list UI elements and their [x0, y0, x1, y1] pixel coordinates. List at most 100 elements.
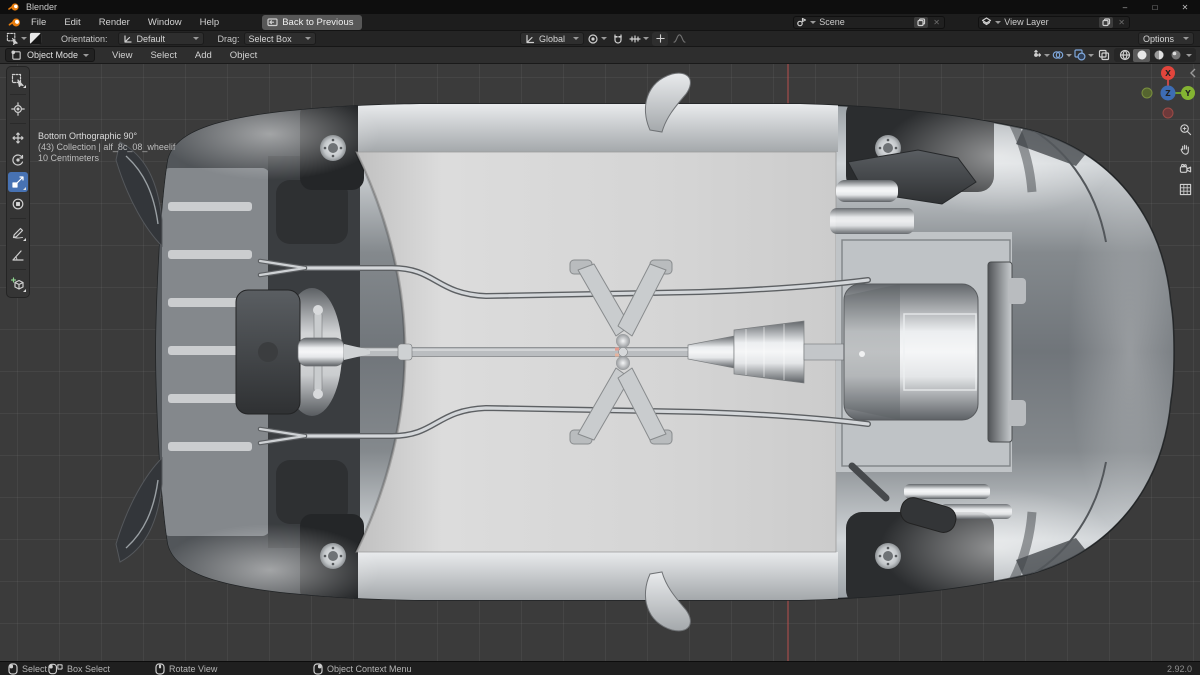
toggle-ortho-button[interactable] — [1176, 180, 1195, 199]
chevron-down-icon — [192, 37, 199, 40]
chevron-down-icon — [1183, 37, 1189, 40]
shading-wireframe-button[interactable] — [1116, 49, 1133, 62]
menu-render[interactable]: Render — [90, 15, 139, 30]
axis-y-ball[interactable]: Y — [1181, 86, 1195, 100]
proportional-editing-icon — [655, 34, 665, 43]
remove-view-layer-icon[interactable]: ✕ — [1116, 18, 1127, 27]
screen-back-icon — [267, 17, 278, 26]
pivot-point-icon — [588, 33, 598, 44]
measure-icon — [12, 250, 24, 261]
overlays-icon — [1052, 51, 1064, 59]
active-tool-dropdown[interactable] — [6, 32, 27, 46]
title-bar: Blender – □ ✕ — [0, 0, 1200, 14]
duplicate-icon — [917, 17, 925, 26]
mode-selector[interactable]: Object Mode — [5, 48, 96, 62]
proportional-editing-toggle[interactable] — [652, 31, 668, 46]
rotate-icon — [12, 154, 24, 166]
menu-view[interactable]: View — [103, 48, 141, 63]
snap-settings-dropdown[interactable] — [629, 32, 649, 46]
menu-window[interactable]: Window — [139, 15, 191, 30]
3d-viewport[interactable]: Bottom Orthographic 90° (43) Collection … — [0, 64, 1200, 661]
object-mode-icon — [11, 49, 21, 60]
chevron-down-icon — [1044, 53, 1050, 57]
axis-z-ball[interactable]: Z — [1160, 85, 1176, 101]
transform-icon — [12, 198, 24, 210]
proportional-falloff-dropdown[interactable] — [671, 32, 687, 46]
unlink-scene-icon[interactable]: ✕ — [931, 18, 942, 27]
tool-rotate[interactable] — [8, 150, 28, 170]
blender-logo-icon[interactable] — [8, 17, 22, 28]
snap-increment-icon — [629, 34, 641, 43]
chevron-down-icon — [1186, 53, 1192, 57]
new-scene-button[interactable] — [914, 16, 929, 28]
svg-text:X: X — [1165, 69, 1171, 78]
menu-add[interactable]: Add — [186, 48, 221, 63]
chevron-down-icon — [1088, 53, 1094, 57]
status-bar: Select Box Select Rotate View Object Con… — [0, 661, 1200, 675]
back-to-previous-button[interactable]: Back to Previous — [262, 14, 362, 30]
orientation-dropdown[interactable]: Default — [117, 32, 204, 45]
shading-material-button[interactable] — [1150, 49, 1167, 62]
tool-annotate[interactable] — [8, 223, 28, 243]
orientation-label: Orientation: — [61, 33, 108, 44]
zoom-view-button[interactable] — [1176, 120, 1195, 139]
menu-help[interactable]: Help — [191, 15, 229, 30]
axis-x-ball[interactable]: X — [1161, 66, 1175, 80]
shading-rendered-button[interactable] — [1167, 49, 1184, 62]
mouse-right-icon — [313, 663, 323, 675]
camera-icon — [1179, 163, 1192, 173]
drag-dropdown[interactable]: Select Box — [243, 32, 316, 45]
show-gizmos-dropdown[interactable] — [1030, 48, 1050, 62]
show-overlays-dropdown[interactable] — [1052, 48, 1072, 62]
shading-solid-button[interactable] — [1133, 48, 1150, 62]
minimize-button[interactable]: – — [1110, 0, 1140, 14]
view-layer-selector[interactable]: View Layer ✕ — [978, 15, 1130, 29]
menu-select[interactable]: Select — [141, 48, 185, 63]
tool-move[interactable] — [8, 128, 28, 148]
scene-selector[interactable]: Scene ✕ — [793, 15, 945, 29]
top-menubar: File Edit Render Window Help Back to Pre… — [0, 14, 1200, 31]
move-icon — [12, 132, 24, 144]
xray-toggle-icon — [1098, 49, 1110, 61]
mouse-middle-icon — [155, 663, 165, 675]
snap-toggle[interactable] — [610, 32, 626, 46]
tool-transform[interactable] — [8, 194, 28, 214]
chevron-down-icon — [810, 20, 817, 24]
pan-view-button[interactable] — [1176, 140, 1195, 159]
svg-text:Z: Z — [1165, 89, 1171, 98]
tool-scale[interactable] — [8, 172, 28, 192]
menu-object[interactable]: Object — [221, 48, 266, 63]
tool-select-box[interactable] — [8, 70, 28, 90]
transform-orientation-dropdown[interactable]: Global — [520, 32, 584, 45]
pivot-point-dropdown[interactable] — [587, 32, 607, 46]
window-title: Blender — [26, 2, 58, 12]
drag-label: Drag: — [217, 33, 240, 44]
camera-view-button[interactable] — [1176, 160, 1195, 179]
xray-sphere-icon — [1074, 49, 1086, 61]
solid-sphere-icon — [1137, 50, 1146, 60]
blender-logo-icon — [8, 3, 19, 11]
grid-icon — [1179, 183, 1192, 196]
tool-swatch-button[interactable] — [27, 32, 43, 46]
scene-icon — [797, 17, 807, 27]
shading-mode-group — [1114, 48, 1196, 62]
material-sphere-icon — [1154, 50, 1163, 60]
tool-measure[interactable] — [8, 245, 28, 265]
menu-edit[interactable]: Edit — [55, 15, 89, 30]
xray-settings-dropdown[interactable] — [1074, 48, 1094, 62]
car-model-bottom-view — [115, 72, 1175, 632]
tool-add-cube[interactable] — [8, 274, 28, 294]
options-dropdown[interactable]: Options — [1138, 32, 1194, 45]
sidebar-toggle-icon[interactable] — [1189, 68, 1197, 78]
axis-neg-y-ball[interactable] — [1141, 87, 1153, 99]
axis-neg-x-ball[interactable] — [1162, 107, 1174, 119]
new-view-layer-button[interactable] — [1099, 16, 1114, 28]
close-button[interactable]: ✕ — [1170, 0, 1200, 14]
menu-file[interactable]: File — [22, 15, 55, 30]
tool-cursor[interactable] — [8, 99, 28, 119]
blender-version: 2.92.0 — [1166, 664, 1192, 674]
mouse-left-icon — [8, 663, 18, 675]
chevron-down-icon — [601, 37, 607, 40]
maximize-button[interactable]: □ — [1140, 0, 1170, 14]
toggle-xray-button[interactable] — [1096, 48, 1112, 62]
